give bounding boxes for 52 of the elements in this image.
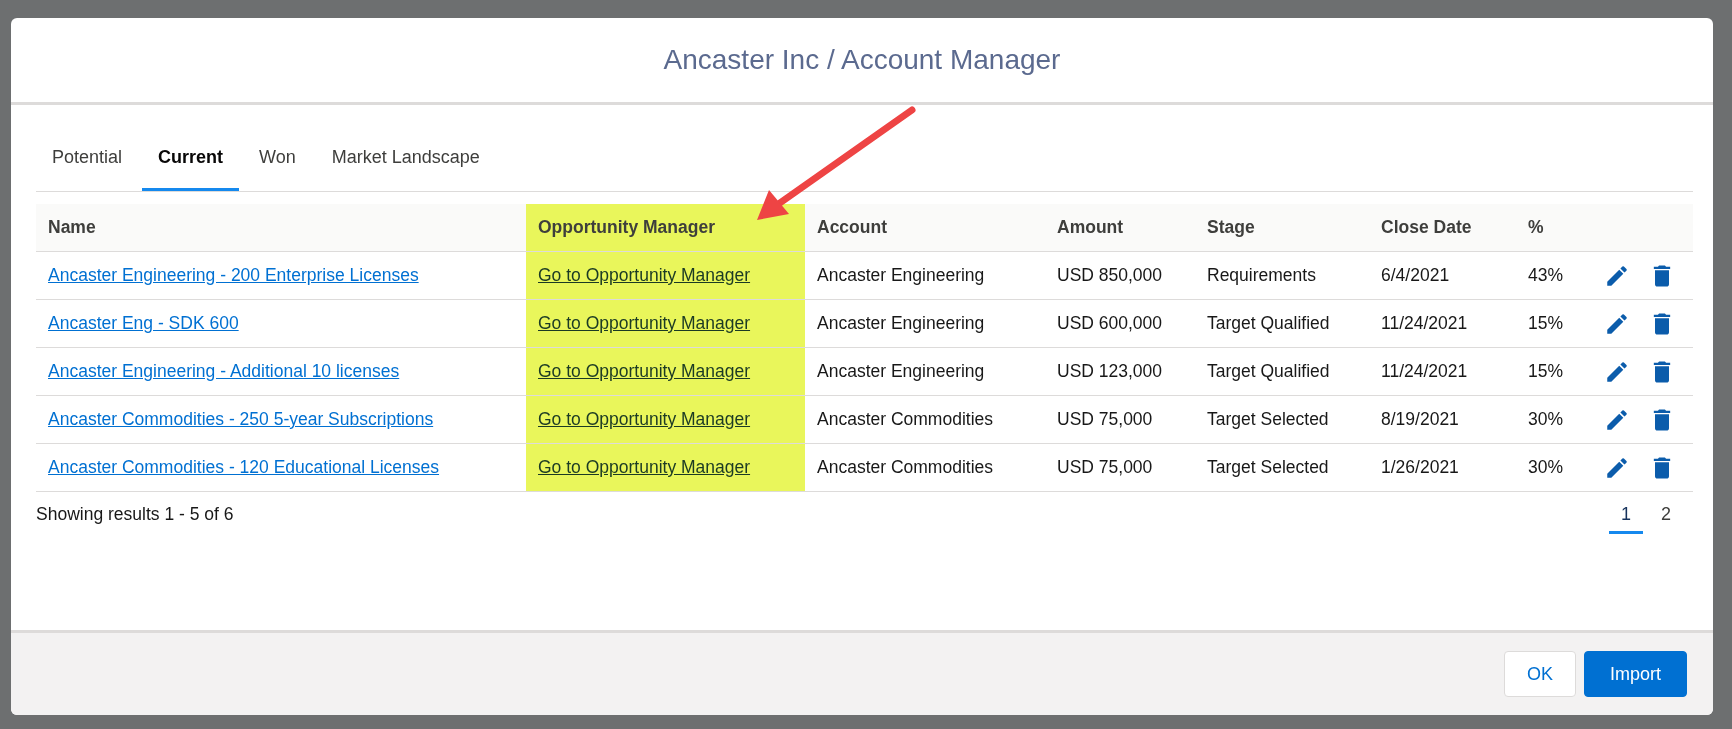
tab[interactable]: Current bbox=[142, 127, 240, 191]
opportunity-manager-link[interactable]: Go to Opportunity Manager bbox=[538, 313, 751, 334]
opportunity-manager-link[interactable]: Go to Opportunity Manager bbox=[538, 265, 751, 286]
table-cell: Ancaster Commodities bbox=[805, 396, 1045, 444]
table-cell: 30% bbox=[1516, 444, 1590, 492]
table-cell: 1/26/2021 bbox=[1369, 444, 1516, 492]
table-cell: USD 75,000 bbox=[1045, 396, 1195, 444]
table-cell: Target Selected bbox=[1195, 396, 1369, 444]
opportunity-link[interactable]: Ancaster Commodities - 250 5-year Subscriptions bbox=[48, 409, 434, 430]
table-cell: Ancaster Engineering bbox=[805, 348, 1045, 396]
column-header: Name bbox=[36, 204, 526, 252]
opportunity-link[interactable]: Ancaster Engineering - 200 Enterprise Licenses bbox=[48, 265, 419, 286]
table-cell: Ancaster Engineering bbox=[805, 252, 1045, 300]
tab[interactable]: Potential bbox=[36, 127, 139, 191]
column-header: Account bbox=[805, 204, 1045, 252]
table-cell: Ancaster Engineering bbox=[805, 300, 1045, 348]
table-cell: Target Qualified bbox=[1195, 348, 1369, 396]
opportunity-link[interactable]: Ancaster Commodities - 120 Educational Licenses bbox=[48, 457, 440, 478]
column-header: Close Date bbox=[1369, 204, 1516, 252]
column-header: Opportunity Manager bbox=[526, 204, 805, 252]
opportunity-link[interactable]: Ancaster Engineering - Additional 10 licenses bbox=[48, 361, 400, 382]
column-header: % bbox=[1516, 204, 1590, 252]
table-cell: 8/19/2021 bbox=[1369, 396, 1516, 444]
tab[interactable]: Market Landscape bbox=[315, 127, 496, 191]
ok-button[interactable]: OK bbox=[1503, 651, 1576, 697]
tab[interactable]: Won bbox=[243, 127, 312, 191]
table-cell: Requirements bbox=[1195, 252, 1369, 300]
opportunity-manager-link[interactable]: Go to Opportunity Manager bbox=[538, 409, 751, 430]
opportunity-manager-link[interactable]: Go to Opportunity Manager bbox=[538, 361, 751, 382]
table-cell: 15% bbox=[1516, 300, 1590, 348]
page-link[interactable]: 1 bbox=[1609, 504, 1643, 534]
page-link[interactable]: 2 bbox=[1649, 504, 1683, 534]
results-summary: Showing results 1 - 5 of 6 bbox=[36, 504, 234, 525]
table-cell: 6/4/2021 bbox=[1369, 252, 1516, 300]
opportunity-manager-link[interactable]: Go to Opportunity Manager bbox=[538, 457, 751, 478]
table-cell: Ancaster Commodities bbox=[805, 444, 1045, 492]
opportunity-link[interactable]: Ancaster Eng - SDK 600 bbox=[48, 313, 239, 334]
table-cell: 30% bbox=[1516, 396, 1590, 444]
table-cell: USD 75,000 bbox=[1045, 444, 1195, 492]
import-button[interactable]: Import bbox=[1584, 651, 1687, 697]
column-header: Amount bbox=[1045, 204, 1195, 252]
table-cell: USD 123,000 bbox=[1045, 348, 1195, 396]
table-cell: Target Selected bbox=[1195, 444, 1369, 492]
table-cell: 43% bbox=[1516, 252, 1590, 300]
modal-title: Ancaster Inc / Account Manager bbox=[663, 44, 1061, 76]
table-cell: 11/24/2021 bbox=[1369, 348, 1516, 396]
column-header: Stage bbox=[1195, 204, 1369, 252]
table-cell: USD 850,000 bbox=[1045, 252, 1195, 300]
table-cell: 15% bbox=[1516, 348, 1590, 396]
table-cell: USD 600,000 bbox=[1045, 300, 1195, 348]
table-cell: Target Qualified bbox=[1195, 300, 1369, 348]
table-cell: 11/24/2021 bbox=[1369, 300, 1516, 348]
